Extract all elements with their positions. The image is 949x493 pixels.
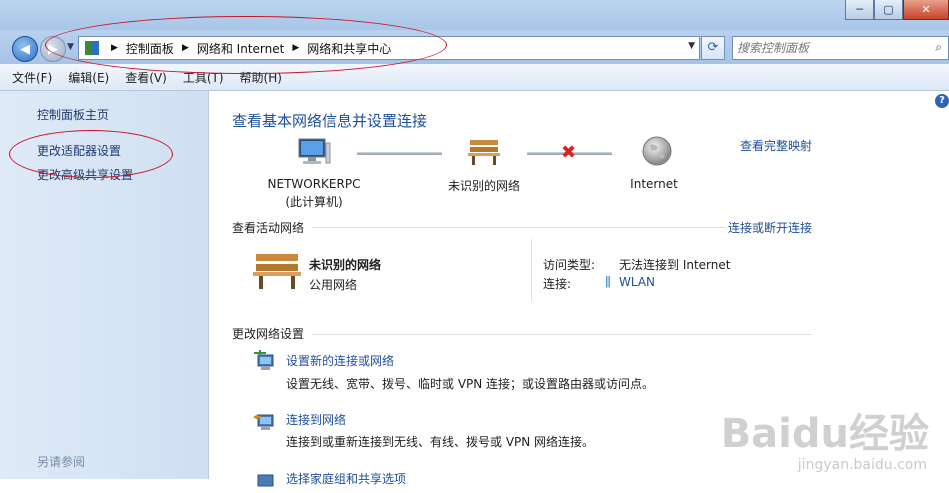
breadcrumb-item[interactable]: ▶ 控制面板 <box>107 40 174 57</box>
breadcrumb-item[interactable]: ▶ 网络和共享中心 <box>284 40 391 57</box>
see-full-map-link[interactable]: 查看完整映射 <box>740 137 812 154</box>
divider <box>312 227 726 228</box>
connect-disconnect-link[interactable]: 连接或断开连接 <box>728 219 812 236</box>
search-box[interactable]: ⌕ <box>732 36 949 60</box>
help-icon[interactable]: ? <box>935 94 949 108</box>
address-bar[interactable]: ▶ 控制面板 ▶ 网络和 Internet ▶ 网络和共享中心 ▼ <box>78 36 700 60</box>
window-controls: ─ ▢ ✕ <box>845 0 949 20</box>
search-icon[interactable]: ⌕ <box>935 40 942 55</box>
divider <box>312 334 812 335</box>
breadcrumb-label: 网络和共享中心 <box>307 41 392 56</box>
address-dropdown-icon[interactable]: ▼ <box>688 41 695 51</box>
page-title: 查看基本网络信息并设置连接 <box>232 112 428 130</box>
globe-icon <box>642 136 672 166</box>
back-button[interactable]: ◀ <box>12 36 38 62</box>
bench-icon <box>468 140 500 165</box>
menu-file[interactable]: 文件(F) <box>12 69 52 86</box>
chevron-right-icon: ▶ <box>292 43 300 53</box>
chevron-right-icon: ▶ <box>181 43 189 53</box>
access-type-label: 访问类型: <box>543 258 596 272</box>
address-toolbar: ◀ ▶ ▼ ▶ 控制面板 ▶ 网络和 Internet ▶ 网络和共享中心 ▼ ⟳ ⌕ <box>0 30 949 64</box>
title-bar: ─ ▢ ✕ <box>0 0 949 30</box>
baidu-watermark-url: jingyan.baidu.com <box>797 457 927 473</box>
internet-label: Internet <box>630 177 678 191</box>
sidebar: 控制面板主页 更改适配器设置 更改高级共享设置 另请参阅 <box>0 91 209 479</box>
forward-button[interactable]: ▶ <box>40 36 66 62</box>
vertical-divider <box>531 239 532 301</box>
connection-line <box>357 152 442 155</box>
connect-network-icon <box>253 414 274 430</box>
close-button[interactable]: ✕ <box>903 0 949 20</box>
wifi-signal-icon: ǁ <box>605 274 611 288</box>
sidebar-item-change-adapter-settings[interactable]: 更改适配器设置 <box>37 142 121 159</box>
refresh-button[interactable]: ⟳ <box>701 36 725 60</box>
unidentified-network-label: 未识别的网络 <box>447 179 520 193</box>
maximize-button[interactable]: ▢ <box>874 0 903 20</box>
task-connect-to-network[interactable]: 连接到网络 <box>286 411 346 428</box>
recent-pages-dropdown[interactable]: ▼ <box>67 42 74 52</box>
active-network-type[interactable]: 公用网络 <box>309 276 357 293</box>
search-input[interactable] <box>733 40 919 56</box>
menu-tools[interactable]: 工具(T) <box>183 69 224 86</box>
bench-icon <box>253 254 301 289</box>
menu-view[interactable]: 查看(V) <box>125 69 167 86</box>
computer-subtitle: (此计算机) <box>285 195 343 209</box>
new-connection-icon <box>254 350 274 370</box>
menu-bar: 文件(F) 编辑(E) 查看(V) 工具(T) 帮助(H) <box>0 64 949 91</box>
task-description: 连接到或重新连接到无线、有线、拨号或 VPN 网络连接。 <box>286 435 595 449</box>
chevron-right-icon: ▶ <box>111 43 118 53</box>
baidu-watermark-logo: Baidu经验 <box>720 411 929 457</box>
homegroup-icon <box>257 474 274 487</box>
access-type-value: 无法连接到 Internet <box>619 258 731 272</box>
computer-icon <box>298 138 331 164</box>
breadcrumb-label: 控制面板 <box>125 41 174 56</box>
see-also-heading: 另请参阅 <box>37 455 86 469</box>
active-networks-title: 查看活动网络 <box>232 221 305 235</box>
broken-connection-icon[interactable]: ✖ <box>561 142 576 163</box>
menu-help[interactable]: 帮助(H) <box>240 69 282 86</box>
breadcrumb-item[interactable]: ▶ 网络和 Internet <box>174 40 284 57</box>
sidebar-item-change-advanced-sharing[interactable]: 更改高级共享设置 <box>37 166 133 183</box>
wlan-connection-link[interactable]: WLAN <box>619 275 655 289</box>
sidebar-item-control-panel-home[interactable]: 控制面板主页 <box>37 106 109 123</box>
menu-edit[interactable]: 编辑(E) <box>68 69 109 86</box>
control-panel-icon <box>85 41 99 55</box>
active-network-name: 未识别的网络 <box>309 258 382 272</box>
computer-name: NETWORKERPC <box>267 177 361 191</box>
task-setup-new-connection[interactable]: 设置新的连接或网络 <box>286 352 394 369</box>
minimize-button[interactable]: ─ <box>845 0 874 20</box>
change-settings-title: 更改网络设置 <box>232 327 305 341</box>
task-description: 设置无线、宽带、拨号、临时或 VPN 连接；或设置路由器或访问点。 <box>286 377 655 391</box>
connections-label: 连接: <box>543 277 572 291</box>
breadcrumb-label: 网络和 Internet <box>196 41 285 56</box>
